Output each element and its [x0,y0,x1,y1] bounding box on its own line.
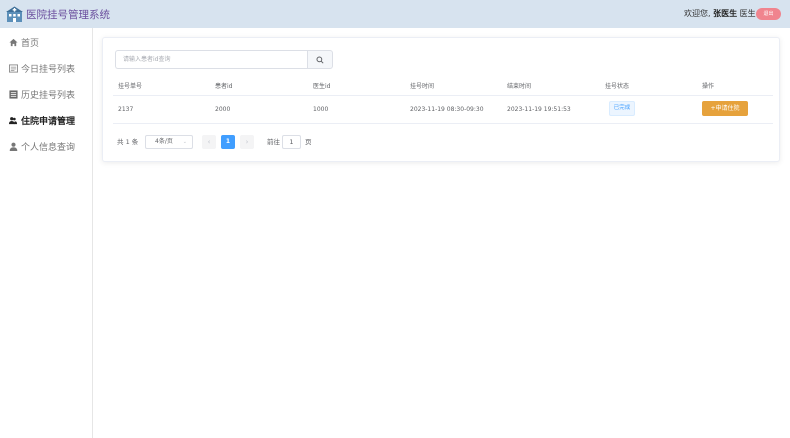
apply-hospitalization-button[interactable]: +申请住院 [702,101,748,116]
column-header-action: 操作 [702,83,715,90]
page-number-button[interactable]: 1 [221,135,235,149]
bed-icon [8,115,18,125]
sidebar-item-label: 历史挂号列表 [21,90,76,101]
welcome-prefix: 欢迎您, [684,9,711,18]
column-header-register-time: 挂号时间 [410,83,435,90]
sidebar-item-label: 个人信息查询 [21,142,76,153]
column-header-doctor-id: 医生id [313,83,331,90]
apply-hospitalization-label: 申请住院 [715,105,740,112]
sidebar-item-label: 首页 [21,38,40,49]
logout-button[interactable]: 退出 [756,8,781,20]
cell-order-no: 2137 [118,106,134,113]
user-name: 张医生 [713,9,738,18]
home-icon [8,37,18,47]
search-button[interactable] [307,50,333,69]
page-unit-label: 页 [305,138,312,146]
page-size-value: 4条/页 [155,138,173,145]
top-header: 医院挂号管理系统 欢迎您, 张医生 医生 退出 [0,0,790,28]
status-badge: 已完成 [609,101,635,116]
column-header-status: 挂号状态 [605,83,630,90]
history-icon [8,89,18,99]
cell-patient-id: 2000 [215,106,231,113]
cell-doctor-id: 1000 [313,106,329,113]
page-size-select[interactable]: 4条/页 ⌄ [145,135,193,149]
total-count: 共 1 条 [117,138,139,146]
sidebar-item-history-list[interactable]: 历史挂号列表 [8,87,75,101]
goto-label: 前往 [267,138,280,146]
user-role: 医生 [739,9,756,18]
column-header-patient-id: 患者id [215,83,233,90]
sidebar: 首页 今日挂号列表 历史挂号列表 住院申请管理 个人信息查询 [0,28,93,438]
welcome-text: 欢迎您, 张医生 医生 [684,9,756,19]
hospital-logo-icon [6,6,23,22]
patient-id-search-input[interactable] [115,50,307,69]
user-icon [8,141,18,151]
chevron-right-icon: › [245,138,249,146]
column-header-end-time: 结束时间 [507,83,532,90]
row-divider [113,123,773,124]
search-icon [316,55,324,64]
chevron-left-icon: ‹ [207,138,211,146]
column-header-order-no: 挂号单号 [118,83,143,90]
sidebar-item-home[interactable]: 首页 [8,35,39,49]
sidebar-item-today-list[interactable]: 今日挂号列表 [8,61,75,75]
prev-page-button[interactable]: ‹ [202,135,216,149]
app-title: 医院挂号管理系统 [26,9,110,21]
next-page-button[interactable]: › [240,135,254,149]
sidebar-item-label: 住院申请管理 [21,116,76,127]
goto-page-input[interactable]: 1 [282,135,301,149]
sidebar-item-profile[interactable]: 个人信息查询 [8,139,75,153]
cell-end-time: 2023-11-19 19:51:53 [507,106,571,113]
sidebar-item-inpatient[interactable]: 住院申请管理 [8,113,75,127]
header-divider [113,95,773,96]
main-card: 挂号单号 患者id 医生id 挂号时间 结束时间 挂号状态 操作 2137 20… [102,37,780,162]
chevron-down-icon: ⌄ [182,139,187,145]
list-icon [8,63,18,73]
cell-register-time: 2023-11-19 08:30-09:30 [410,106,484,113]
sidebar-item-label: 今日挂号列表 [21,64,76,75]
